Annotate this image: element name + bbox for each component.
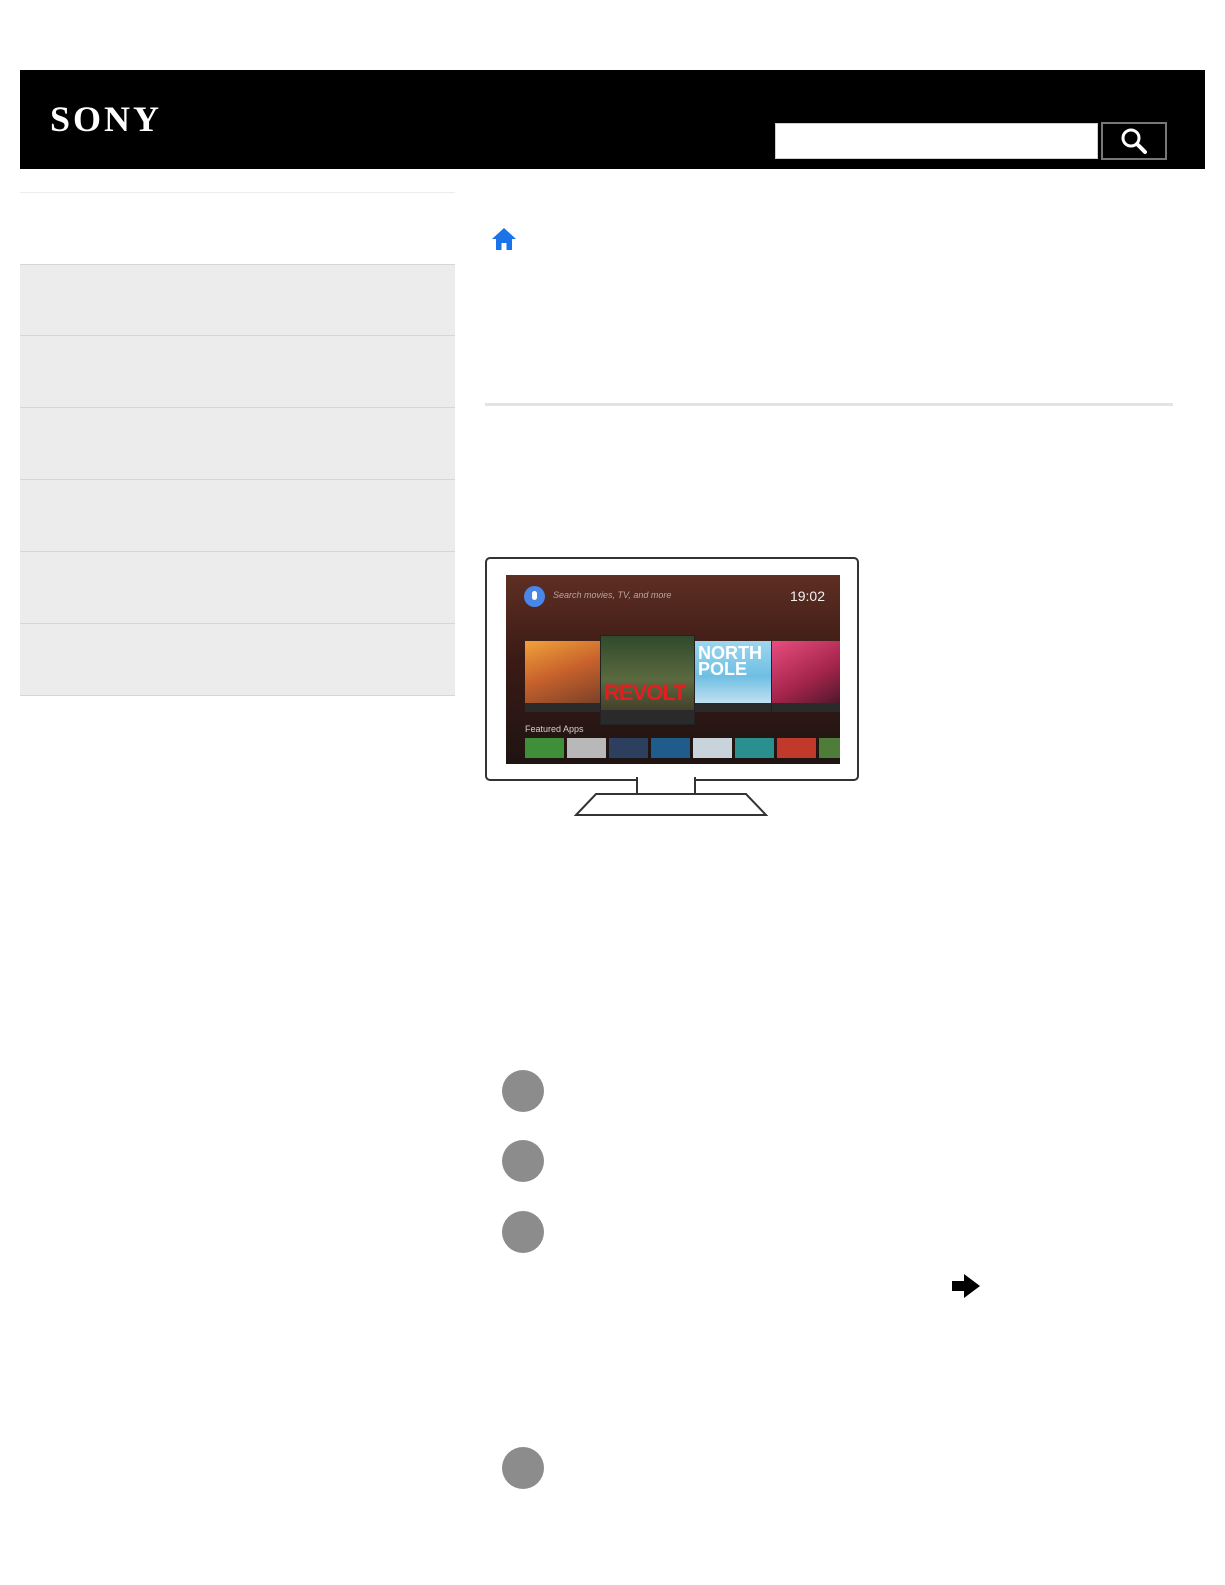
tv-frame: Search movies, TV, and more 19:02 NORTH … [485,557,859,781]
app-tile [525,738,564,758]
sony-logo[interactable]: SONY [50,98,162,140]
sidebar-item-2[interactable] [20,336,455,408]
sidebar-item-5[interactable] [20,552,455,624]
content-tile [772,641,840,712]
app-tile [651,738,690,758]
tv-stand-base [574,793,768,816]
app-tile [609,738,648,758]
sidebar-nav [20,264,455,696]
search-icon [1121,128,1147,154]
featured-apps-label: Featured Apps [525,724,584,734]
home-icon [492,228,516,250]
content-tile-focused: REVOLT [600,635,695,725]
step-1-circle [502,1070,544,1112]
step-4-circle [502,1447,544,1489]
step-2-circle [502,1140,544,1182]
tv-home-screen: Search movies, TV, and more 19:02 NORTH … [506,575,840,764]
tile-title: REVOLT [604,680,687,705]
content-tile: NORTH POLE [694,641,771,712]
tile-title: NORTH POLE [698,643,762,679]
app-tile [735,738,774,758]
app-tile [693,738,732,758]
mic-icon [524,586,545,607]
screen-clock: 19:02 [789,588,825,604]
sidebar-item-1[interactable] [20,264,455,336]
app-tile [777,738,816,758]
sidebar-item-6[interactable] [20,624,455,696]
content-tile [525,641,601,712]
sidebar-item-3[interactable] [20,408,455,480]
sidebar-item-4[interactable] [20,480,455,552]
sidebar-divider [20,192,455,193]
right-arrow-icon [952,1274,980,1298]
screen-search-text: Search movies, TV, and more [553,590,672,600]
home-link[interactable] [490,225,518,253]
step-3-circle [502,1211,544,1253]
app-tile [567,738,606,758]
site-header: SONY [20,70,1205,169]
app-tile [819,738,840,758]
featured-apps-row [525,738,840,758]
search-button[interactable] [1101,122,1167,160]
search-input[interactable] [775,123,1098,159]
content-divider [485,403,1173,406]
